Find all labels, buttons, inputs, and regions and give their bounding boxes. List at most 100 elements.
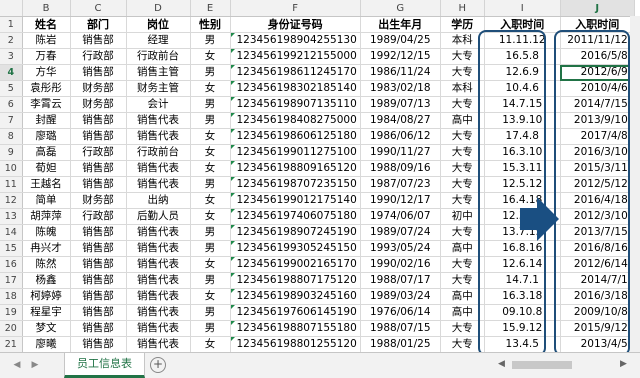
cell-hire-date-raw[interactable]: 16.3.10 bbox=[484, 144, 561, 161]
column-header-I[interactable]: I bbox=[484, 0, 561, 17]
cell-hire-date[interactable]: 2013/9/10 bbox=[560, 112, 635, 129]
cell-gender[interactable]: 男 bbox=[190, 224, 231, 241]
cell-department[interactable]: 财务部 bbox=[70, 192, 127, 209]
cell-hire-date[interactable]: 2013/7/15 bbox=[560, 224, 635, 241]
cell-education[interactable]: 大专 bbox=[440, 48, 485, 65]
cell-education[interactable]: 高中 bbox=[440, 112, 485, 129]
sheet-nav-left-icon[interactable]: ◀ bbox=[12, 359, 22, 371]
cell-department[interactable]: 财务部 bbox=[70, 96, 127, 113]
cell-hire-date-raw[interactable]: 12.6.9 bbox=[484, 64, 561, 81]
cell-education[interactable]: 高中 bbox=[440, 288, 485, 305]
header-cell-education[interactable]: 学历 bbox=[440, 16, 485, 33]
cell-department[interactable]: 行政部 bbox=[70, 208, 127, 225]
cell-hire-date[interactable]: 2012/5/12 bbox=[560, 176, 635, 193]
cell-id-number[interactable]: 123456198907135110 bbox=[230, 96, 361, 113]
column-header-B[interactable]: B bbox=[22, 0, 71, 17]
cell-department[interactable]: 销售部 bbox=[70, 224, 127, 241]
cell-birth-month[interactable]: 1989/07/13 bbox=[360, 96, 441, 113]
cell-gender[interactable]: 女 bbox=[190, 192, 231, 209]
cell-birth-month[interactable]: 1988/01/25 bbox=[360, 336, 441, 353]
cell-hire-date[interactable]: 2014/7/15 bbox=[560, 96, 635, 113]
header-cell-name[interactable]: 姓名 bbox=[22, 16, 71, 33]
cell-position[interactable]: 销售主管 bbox=[126, 64, 191, 81]
cell-hire-date[interactable]: 2016/8/16 bbox=[560, 240, 635, 257]
cell-department[interactable]: 销售部 bbox=[70, 64, 127, 81]
row-header[interactable]: 17 bbox=[0, 272, 23, 289]
cell-id-number[interactable]: 123456198903245160 bbox=[230, 288, 361, 305]
cell-hire-date[interactable]: 2017/4/8 bbox=[560, 128, 635, 145]
cell-education[interactable]: 大专 bbox=[440, 96, 485, 113]
horizontal-scrollbar[interactable]: ◀ ▶ bbox=[480, 359, 630, 371]
cell-gender[interactable]: 男 bbox=[190, 112, 231, 129]
column-header-D[interactable]: D bbox=[126, 0, 191, 17]
cell-department[interactable]: 行政部 bbox=[70, 144, 127, 161]
cell-id-number[interactable]: 123456199305245150 bbox=[230, 240, 361, 257]
cell-hire-date[interactable]: 2011/11/12 bbox=[560, 32, 635, 49]
row-header[interactable]: 12 bbox=[0, 192, 23, 209]
cell-hire-date[interactable]: 2009/10/8 bbox=[560, 304, 635, 321]
cell-hire-date-raw[interactable]: 16.8.16 bbox=[484, 240, 561, 257]
cell-name[interactable]: 陈然 bbox=[22, 256, 71, 273]
cell-department[interactable]: 销售部 bbox=[70, 336, 127, 353]
cell-gender[interactable]: 男 bbox=[190, 272, 231, 289]
cell-name[interactable]: 柯婷婷 bbox=[22, 288, 71, 305]
row-header[interactable]: 9 bbox=[0, 144, 23, 161]
cell-name[interactable]: 荀妲 bbox=[22, 160, 71, 177]
cell-id-number[interactable]: 123456198809165120 bbox=[230, 160, 361, 177]
cell-gender[interactable]: 女 bbox=[190, 48, 231, 65]
cell-hire-date[interactable]: 2015/9/12 bbox=[560, 320, 635, 337]
cell-id-number[interactable]: 123456197406075180 bbox=[230, 208, 361, 225]
cell-name[interactable]: 程星宇 bbox=[22, 304, 71, 321]
cell-department[interactable]: 销售部 bbox=[70, 32, 127, 49]
cell-department[interactable]: 销售部 bbox=[70, 320, 127, 337]
cell-department[interactable]: 销售部 bbox=[70, 272, 127, 289]
cell-birth-month[interactable]: 1983/02/18 bbox=[360, 80, 441, 97]
cell-gender[interactable]: 男 bbox=[190, 176, 231, 193]
cell-hire-date[interactable]: 2012/3/10 bbox=[560, 208, 635, 225]
row-header[interactable]: 18 bbox=[0, 288, 23, 305]
cell-position[interactable]: 销售代表 bbox=[126, 304, 191, 321]
cell-id-number[interactable]: 123456198801255120 bbox=[230, 336, 361, 353]
cell-hire-date[interactable]: 2014/7/1 bbox=[560, 272, 635, 289]
row-header[interactable]: 15 bbox=[0, 240, 23, 257]
row-header[interactable]: 8 bbox=[0, 128, 23, 145]
cell-birth-month[interactable]: 1989/03/24 bbox=[360, 288, 441, 305]
cell-hire-date[interactable]: 2012/6/9 bbox=[560, 64, 635, 81]
cell-birth-month[interactable]: 1993/05/24 bbox=[360, 240, 441, 257]
cell-position[interactable]: 销售代表 bbox=[126, 272, 191, 289]
cell-position[interactable]: 行政前台 bbox=[126, 48, 191, 65]
cell-education[interactable]: 本科 bbox=[440, 32, 485, 49]
cell-id-number[interactable]: 123456197606145190 bbox=[230, 304, 361, 321]
cell-gender[interactable]: 女 bbox=[190, 128, 231, 145]
cell-department[interactable]: 销售部 bbox=[70, 256, 127, 273]
cell-position[interactable]: 销售代表 bbox=[126, 256, 191, 273]
cell-hire-date-raw[interactable]: 10.4.6 bbox=[484, 80, 561, 97]
cell-hire-date[interactable]: 2016/4/18 bbox=[560, 192, 635, 209]
cell-name[interactable]: 陈岩 bbox=[22, 32, 71, 49]
cell-id-number[interactable]: 123456198807175120 bbox=[230, 272, 361, 289]
cell-hire-date-raw[interactable]: 15.9.12 bbox=[484, 320, 561, 337]
cell-department[interactable]: 财务部 bbox=[70, 80, 127, 97]
cell-name[interactable]: 冉兴才 bbox=[22, 240, 71, 257]
cell-department[interactable]: 销售部 bbox=[70, 304, 127, 321]
cell-gender[interactable]: 男 bbox=[190, 320, 231, 337]
cell-birth-month[interactable]: 1986/11/24 bbox=[360, 64, 441, 81]
row-header[interactable]: 14 bbox=[0, 224, 23, 241]
row-header[interactable]: 10 bbox=[0, 160, 23, 177]
cell-gender[interactable]: 男 bbox=[190, 32, 231, 49]
cell-name[interactable]: 李霄云 bbox=[22, 96, 71, 113]
cell-gender[interactable]: 女 bbox=[190, 256, 231, 273]
cell-position[interactable]: 出纳 bbox=[126, 192, 191, 209]
cell-id-number[interactable]: 123456198907245190 bbox=[230, 224, 361, 241]
row-header[interactable]: 1 bbox=[0, 16, 23, 33]
cell-hire-date[interactable]: 2015/3/11 bbox=[560, 160, 635, 177]
cell-name[interactable]: 廖璐 bbox=[22, 128, 71, 145]
cell-name[interactable]: 简单 bbox=[22, 192, 71, 209]
row-header[interactable]: 19 bbox=[0, 304, 23, 321]
cell-gender[interactable]: 女 bbox=[190, 160, 231, 177]
cell-gender[interactable]: 女 bbox=[190, 336, 231, 353]
cell-position[interactable]: 会计 bbox=[126, 96, 191, 113]
cell-name[interactable]: 廖曦 bbox=[22, 336, 71, 353]
cell-birth-month[interactable]: 1990/12/17 bbox=[360, 192, 441, 209]
cell-hire-date-raw[interactable]: 12.5.12 bbox=[484, 176, 561, 193]
